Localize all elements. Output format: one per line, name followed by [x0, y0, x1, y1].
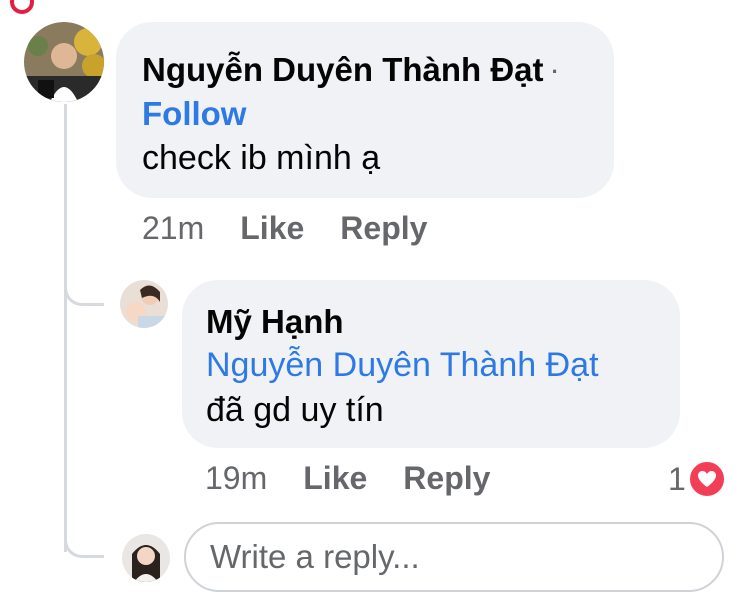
comment-bubble: Nguyễn Duyên Thành Đạt · Follow check ib … [116, 22, 614, 198]
comment-bubble: Mỹ Hạnh Nguyễn Duyên Thành Đạt đã gd uy … [182, 280, 680, 448]
comment-timestamp[interactable]: 21m [142, 210, 204, 247]
heart-icon [687, 460, 726, 498]
comment-author[interactable]: Mỹ Hạnh [206, 302, 656, 342]
avatar[interactable] [120, 280, 168, 328]
comment-text: đã gd uy tín [206, 391, 384, 429]
comment-actions: 21m Like Reply [142, 210, 463, 247]
comment-author[interactable]: Nguyễn Duyên Thành Đạt [142, 51, 544, 88]
thread-connector-curve [64, 530, 104, 558]
thread-connector-line [64, 104, 67, 552]
reaction-summary[interactable]: 1 [668, 460, 726, 498]
avatar [122, 534, 170, 582]
avatar[interactable] [24, 22, 104, 102]
comment-actions: 19m Like Reply [205, 460, 526, 497]
separator-dot: · [551, 59, 559, 85]
comment-timestamp[interactable]: 19m [205, 460, 267, 497]
reply-input[interactable] [184, 522, 724, 592]
follow-button[interactable]: Follow [142, 95, 246, 132]
reaction-count: 1 [668, 460, 686, 497]
like-button[interactable]: Like [240, 210, 304, 247]
comment-text: check ib mình ạ [142, 139, 381, 178]
mention-link[interactable]: Nguyễn Duyên Thành Đạt [206, 342, 656, 388]
comment-thread: Nguyễn Duyên Thành Đạt · Follow check ib … [0, 0, 750, 592]
reply-button[interactable]: Reply [340, 210, 427, 247]
notification-ring-icon [10, 0, 34, 14]
thread-connector-curve [64, 278, 104, 306]
reply-button[interactable]: Reply [403, 460, 490, 497]
like-button[interactable]: Like [303, 460, 367, 497]
